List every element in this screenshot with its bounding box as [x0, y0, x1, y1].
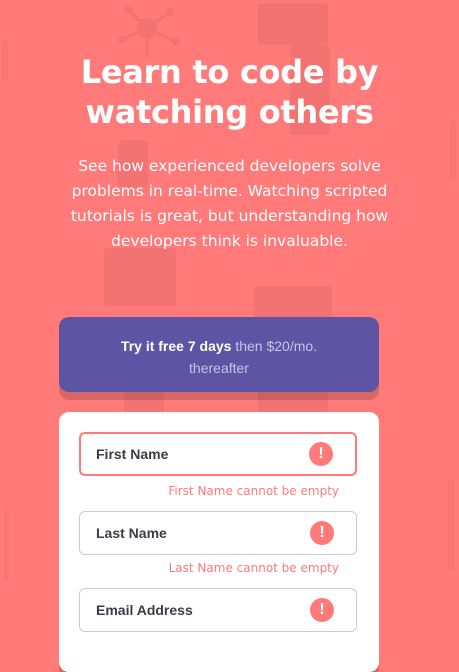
email-input[interactable]: Email Address ! [79, 588, 357, 632]
error-icon: ! [309, 442, 333, 466]
trial-price-suffix: thereafter [189, 360, 249, 376]
free-trial-banner: Try it free 7 days then $20/mo. thereaft… [59, 317, 379, 392]
email-placeholder: Email Address [96, 602, 193, 618]
error-icon: ! [310, 521, 334, 545]
trial-offer-text: Try it free 7 days [120, 338, 232, 354]
first-name-input[interactable]: First Name ! [79, 432, 357, 476]
trial-price-text: then $20/mo. [235, 338, 318, 354]
last-name-input[interactable]: Last Name ! [79, 511, 357, 555]
page-title: Learn to code by watching others [80, 53, 379, 131]
first-name-error-message: First Name cannot be empty [168, 484, 339, 498]
last-name-placeholder: Last Name [96, 525, 167, 541]
signup-form: First Name ! First Name cannot be empty … [59, 412, 379, 672]
hero-description: See how experienced developers solve pro… [70, 157, 389, 250]
last-name-error-message: Last Name cannot be empty [168, 561, 339, 575]
first-name-placeholder: First Name [96, 446, 169, 462]
error-icon: ! [310, 598, 334, 622]
hero: Learn to code by watching others See how… [0, 52, 459, 254]
